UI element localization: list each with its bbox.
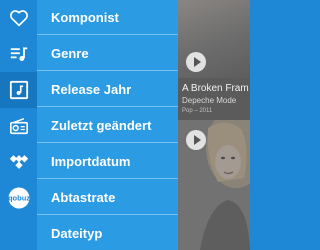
menu-item-label: Komponist — [51, 9, 119, 25]
playlists-rail-button[interactable] — [0, 36, 37, 72]
library-rail-button[interactable] — [0, 72, 37, 108]
menu-item-label: Zuletzt geändert — [51, 117, 152, 133]
heart-icon — [9, 10, 28, 27]
tidal-icon — [9, 155, 28, 169]
play-button[interactable] — [186, 52, 206, 72]
album-grid: A Broken Fram Depeche Mode Pop – 2011 — [178, 0, 250, 250]
menu-item-zuletzt-geaendert[interactable]: Zuletzt geändert — [37, 108, 178, 143]
menu-item-label: Importdatum — [51, 153, 131, 169]
menu-item-label: Genre — [51, 45, 89, 61]
radio-icon — [9, 117, 28, 135]
menu-item-label: Release Jahr — [51, 81, 132, 97]
album-title: A Broken Fram — [182, 83, 249, 94]
album-meta: Pop – 2011 — [182, 108, 213, 114]
svg-text:qobuz: qobuz — [7, 194, 29, 203]
icon-rail: qobuz — [0, 0, 37, 250]
favorites-rail-button[interactable] — [0, 0, 37, 36]
menu-item-komponist[interactable]: Komponist — [37, 0, 178, 35]
menu-item-release-jahr[interactable]: Release Jahr — [37, 72, 178, 107]
qobuz-icon: qobuz — [7, 187, 30, 209]
music-note-square-icon — [9, 80, 28, 100]
tidal-rail-button[interactable] — [0, 144, 37, 180]
qobuz-rail-button[interactable]: qobuz — [0, 180, 37, 216]
playlist-icon — [10, 47, 27, 61]
album-artist: Depeche Mode — [182, 96, 237, 105]
play-button[interactable] — [186, 130, 206, 150]
album-cover — [178, 120, 250, 250]
menu-item-label: Abtastrate — [51, 189, 116, 205]
sort-menu: Komponist Genre Release Jahr Zuletzt geä… — [37, 0, 178, 250]
radio-rail-button[interactable] — [0, 108, 37, 144]
menu-item-label: Dateityp — [51, 225, 103, 241]
menu-item-abtastrate[interactable]: Abtastrate — [37, 180, 178, 215]
menu-item-importdatum[interactable]: Importdatum — [37, 144, 178, 179]
menu-item-dateityp[interactable]: Dateityp — [37, 216, 178, 250]
menu-item-genre[interactable]: Genre — [37, 36, 178, 71]
